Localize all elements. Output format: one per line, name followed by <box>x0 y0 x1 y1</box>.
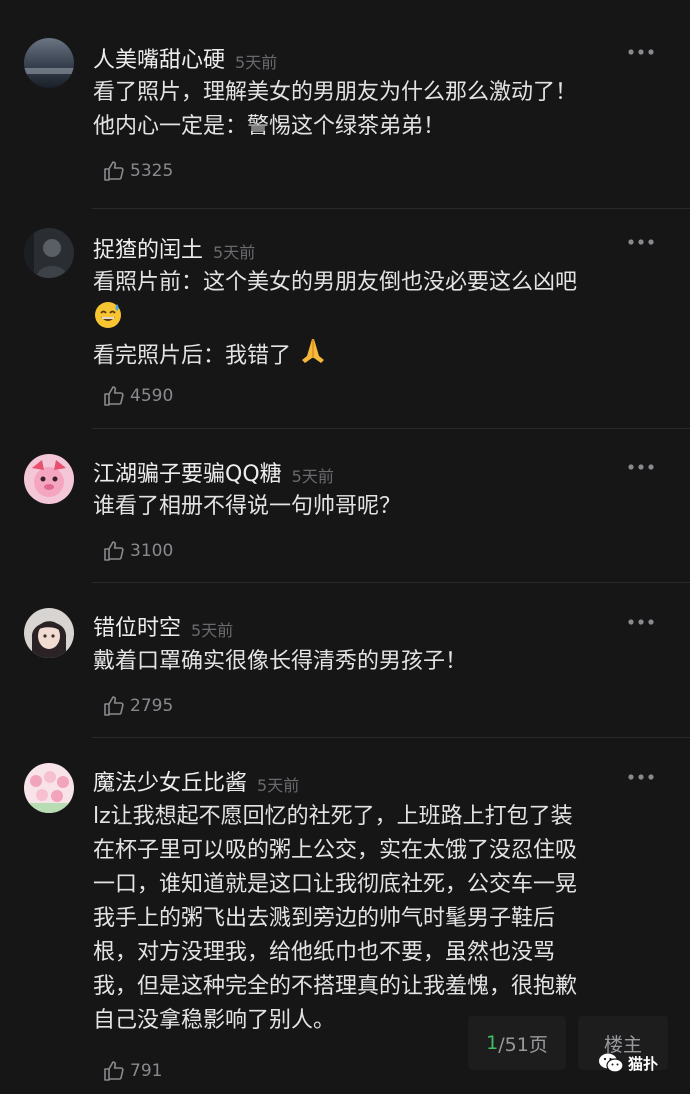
like-count: 2795 <box>130 696 174 716</box>
username-text[interactable]: 人美嘴甜心硬 <box>93 48 225 73</box>
like-count: 5325 <box>130 161 174 181</box>
more-dots-icon[interactable] <box>628 47 654 57</box>
timestamp: 5天前 <box>191 621 234 640</box>
like-button[interactable]: 4590 <box>102 383 173 409</box>
username[interactable]: 江湖骗子要骗QQ糖 5天前 <box>93 456 334 488</box>
timestamp: 5天前 <box>235 53 278 72</box>
comment-line: 在杯子里可以吸的粥上公交，实在太饿了没忍住吸 <box>93 838 578 863</box>
comment-line-text: 看完照片后：我错了 <box>93 343 292 369</box>
username-text[interactable]: 错位时空 <box>93 616 181 641</box>
comment-text: 看了照片，理解美女的男朋友为什么那么激动了！ 他内心一定是：警惕这个绿茶弟弟！ <box>93 76 668 144</box>
more-dots-icon[interactable] <box>628 462 654 472</box>
username[interactable]: 魔法少女丘比酱 5天前 <box>93 765 299 797</box>
timestamp: 5天前 <box>213 243 256 262</box>
thumbs-up-icon <box>104 386 124 406</box>
username[interactable]: 人美嘴甜心硬 5天前 <box>93 42 277 74</box>
avatar[interactable] <box>24 38 74 88</box>
current-page: 1 <box>486 1032 499 1054</box>
divider <box>92 582 690 583</box>
thumbs-up-icon <box>104 541 124 561</box>
comment-line: 看照片前：这个美女的男朋友倒也没必要这么凶吧 <box>93 270 578 295</box>
comment-line: 我手上的粥飞出去溅到旁边的帅气时髦男子鞋后 <box>93 906 556 931</box>
divider <box>92 737 690 738</box>
username-text[interactable]: 江湖骗子要骗QQ糖 <box>93 462 282 487</box>
username[interactable]: 错位时空 5天前 <box>93 610 233 642</box>
comment-line: 看了照片，理解美女的男朋友为什么那么激动了！ <box>93 80 578 105</box>
username-text[interactable]: 魔法少女丘比酱 <box>93 771 247 796</box>
like-button[interactable]: 3100 <box>102 538 173 564</box>
like-count: 3100 <box>130 541 174 561</box>
total-pages: /51页 <box>498 1033 548 1056</box>
comment-line <box>93 300 668 336</box>
comment-line: 谁看了相册不得说一句帅哥呢？ <box>93 494 402 519</box>
thumbs-up-icon <box>104 161 124 181</box>
comment-line: 根，对方没理我，给他纸巾也不要，虽然也没骂 <box>93 940 556 965</box>
avatar[interactable] <box>24 763 74 813</box>
comment-line: 我，但是这种完全的不搭理真的让我羞愧，很抱歉 <box>93 974 578 999</box>
like-count: 4590 <box>130 386 174 406</box>
divider <box>92 208 690 209</box>
page-indicator[interactable]: 1/51页 <box>468 1016 566 1070</box>
comment-line: 一口，谁知道就是这口让我彻底社死，公交车一晃 <box>93 872 578 897</box>
divider <box>92 428 690 429</box>
watermark-text: 猫扑 <box>628 1054 659 1073</box>
more-dots-icon[interactable] <box>628 237 654 247</box>
avatar[interactable] <box>24 228 74 278</box>
thumbs-up-icon <box>104 696 124 716</box>
comment-text: 谁看了相册不得说一句帅哥呢？ <box>93 490 668 524</box>
wechat-icon <box>599 1053 624 1073</box>
more-dots-icon[interactable] <box>628 617 654 627</box>
comment-line: lz让我想起不愿回忆的社死了，上班路上打包了装 <box>93 804 573 829</box>
like-button[interactable]: 2795 <box>102 693 173 719</box>
watermark: 猫扑 <box>598 1051 658 1075</box>
thumbs-up-icon <box>104 1061 124 1081</box>
comment-line: 戴着口罩确实很像长得清秀的男孩子！ <box>93 649 468 674</box>
avatar[interactable] <box>24 454 74 504</box>
folded-hands-emoji <box>298 336 328 377</box>
more-dots-icon[interactable] <box>628 772 654 782</box>
comment-text: 戴着口罩确实很像长得清秀的男孩子！ <box>93 645 668 679</box>
avatar[interactable] <box>24 608 74 658</box>
comment-text: 看照片前：这个美女的男朋友倒也没必要这么凶吧 看完照片后：我错了 <box>93 266 668 377</box>
like-count: 791 <box>130 1061 163 1081</box>
grinning-sweat-emoji <box>93 300 123 341</box>
username[interactable]: 捉猹的闰土 5天前 <box>93 232 255 264</box>
comment-line: 看完照片后：我错了 <box>93 336 668 377</box>
timestamp: 5天前 <box>257 776 300 795</box>
username-text[interactable]: 捉猹的闰土 <box>93 238 203 263</box>
comment-text: lz让我想起不愿回忆的社死了，上班路上打包了装 在杯子里可以吸的粥上公交，实在太… <box>93 800 668 1038</box>
timestamp: 5天前 <box>291 467 334 486</box>
like-button[interactable]: 5325 <box>102 158 173 184</box>
comment-line: 他内心一定是：警惕这个绿茶弟弟！ <box>93 114 446 139</box>
like-button[interactable]: 791 <box>102 1058 162 1084</box>
